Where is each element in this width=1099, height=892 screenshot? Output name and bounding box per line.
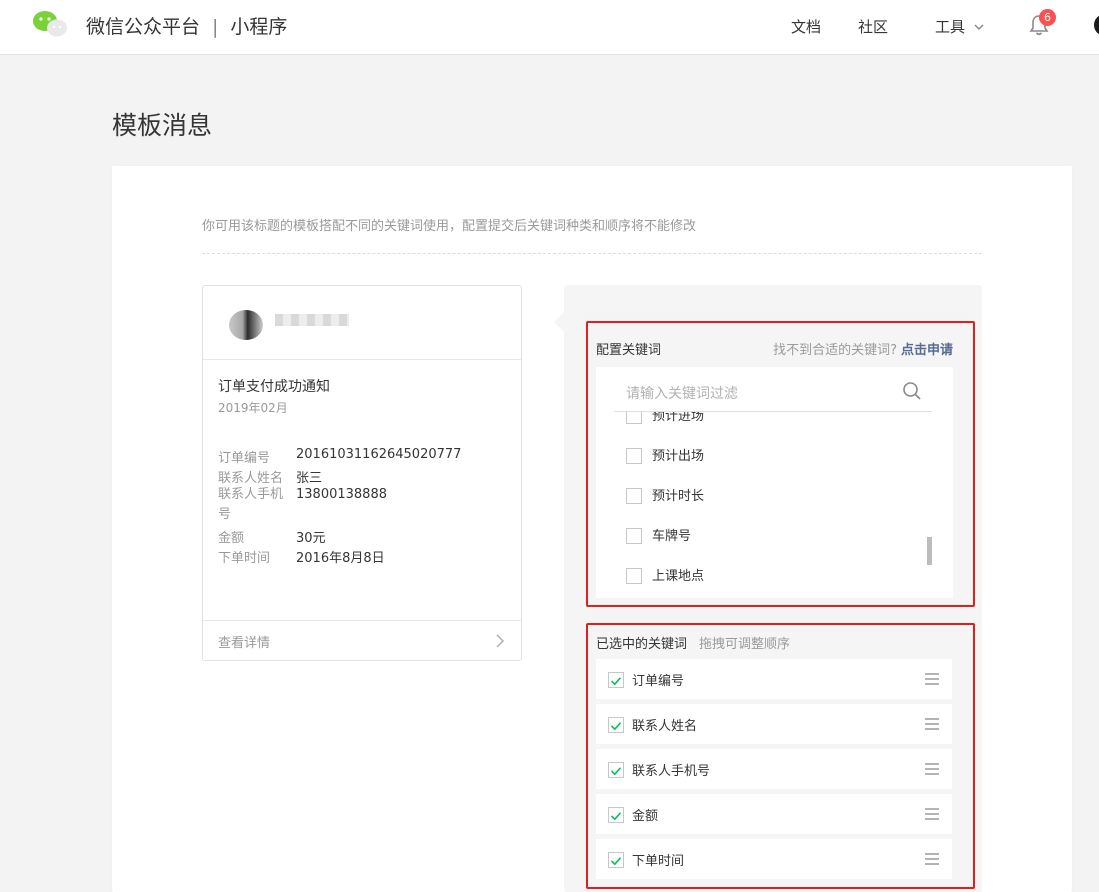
nav-docs-link[interactable]: 文档 xyxy=(791,16,821,37)
preview-row-order-time: 下单时间 2016年8月8日 xyxy=(218,547,385,566)
selected-keyword-checkbox[interactable] xyxy=(608,852,624,868)
drag-handle-icon[interactable] xyxy=(924,852,940,866)
wechat-logo-icon[interactable] xyxy=(32,9,68,39)
panel-pointer xyxy=(554,312,564,332)
notification-badge: 6 xyxy=(1039,9,1056,26)
keyword-option-label: 预计进场 xyxy=(652,412,705,424)
preview-row-value: 张三 xyxy=(296,471,323,486)
message-preview-card: 订单支付成功通知 2019年02月 订单编号 201610311626450207… xyxy=(202,285,522,661)
keyword-option[interactable]: 预计出场 xyxy=(626,445,704,465)
apply-keyword-link[interactable]: 点击申请 xyxy=(901,343,953,358)
selected-keyword-row[interactable]: 联系人手机号 xyxy=(596,749,952,789)
brand-name: 微信公众平台 xyxy=(86,16,201,38)
product-name: 小程序 xyxy=(230,16,288,38)
keyword-list-scrollbar[interactable] xyxy=(927,537,932,565)
selected-keyword-label: 下单时间 xyxy=(632,854,685,869)
preview-template-title: 订单支付成功通知 xyxy=(218,379,330,395)
drag-handle-icon[interactable] xyxy=(924,807,940,821)
preview-row-amount: 金额 30元 xyxy=(218,527,326,546)
keyword-option-label: 预计出场 xyxy=(652,449,705,464)
keyword-checkbox[interactable] xyxy=(626,567,642,584)
drag-reorder-hint: 拖拽可调整顺序 xyxy=(699,637,791,652)
drag-handle-icon[interactable] xyxy=(924,717,940,731)
dashed-divider xyxy=(202,253,982,254)
keyword-apply-prompt: 找不到合适的关键词? 点击申请 xyxy=(773,339,953,358)
keyword-option-label: 预计时长 xyxy=(652,489,705,504)
view-details-link[interactable]: 查看详情 xyxy=(203,620,521,661)
selected-keywords-title: 已选中的关键词 xyxy=(596,637,688,652)
check-icon xyxy=(610,812,622,821)
check-icon xyxy=(610,677,622,686)
selected-keyword-row[interactable]: 下单时间 xyxy=(596,839,952,879)
user-avatar[interactable] xyxy=(1094,14,1099,36)
selected-keyword-checkbox[interactable] xyxy=(608,762,624,778)
check-icon xyxy=(610,722,622,731)
preview-row-key: 金额 xyxy=(218,531,245,546)
chevron-down-icon xyxy=(974,24,984,30)
preview-row-order-number: 订单编号 20161031162645020777 xyxy=(218,447,461,466)
keyword-list-area: 请输入关键词过滤 预计进场 预计出场 预计时长 车牌号 上课地点 xyxy=(596,367,953,598)
keyword-option-label: 上课地点 xyxy=(652,569,705,584)
brand-separator: | xyxy=(212,16,219,38)
check-icon xyxy=(610,767,622,776)
selected-keyword-checkbox[interactable] xyxy=(608,717,624,733)
preview-row-key: 联系人姓名 xyxy=(218,471,284,486)
view-details-label: 查看详情 xyxy=(218,636,271,651)
nav-tools-dropdown[interactable]: 工具 xyxy=(935,16,984,37)
blurred-avatar xyxy=(229,310,263,340)
drag-handle-icon[interactable] xyxy=(924,762,940,776)
selected-keyword-label: 订单编号 xyxy=(632,674,685,689)
preview-header xyxy=(203,286,521,360)
keyword-option[interactable]: 预计时长 xyxy=(626,485,704,505)
configure-keywords-title: 配置关键词 xyxy=(596,343,662,358)
selected-keyword-checkbox[interactable] xyxy=(608,672,624,688)
preview-row-value: 30元 xyxy=(296,531,326,546)
selected-keyword-row[interactable]: 金额 xyxy=(596,794,952,834)
check-icon xyxy=(610,857,622,866)
preview-row-value: 2016年8月8日 xyxy=(296,551,385,566)
configure-keywords-section: 配置关键词 找不到合适的关键词? 点击申请 请输入关键词过滤 预计进场 预计出场 … xyxy=(586,321,975,607)
brand-title[interactable]: 微信公众平台 | 小程序 xyxy=(86,12,287,39)
keyword-checkbox[interactable] xyxy=(626,527,642,544)
keyword-scroll-list[interactable]: 预计进场 预计出场 预计时长 车牌号 上课地点 xyxy=(596,412,953,598)
chevron-right-icon xyxy=(496,634,505,648)
drag-handle-icon[interactable] xyxy=(924,672,940,686)
preview-date: 2019年02月 xyxy=(218,401,288,415)
keyword-filter-placeholder: 请输入关键词过滤 xyxy=(626,386,738,402)
top-navigation-bar: 微信公众平台 | 小程序 文档 社区 工具 6 xyxy=(0,0,1099,55)
keyword-filter-input[interactable]: 请输入关键词过滤 xyxy=(614,367,932,412)
keyword-option[interactable]: 车牌号 xyxy=(626,525,691,545)
keyword-checkbox[interactable] xyxy=(626,412,642,424)
page-title: 模板消息 xyxy=(112,111,213,140)
keyword-option-label: 车牌号 xyxy=(652,529,692,544)
blurred-account-name xyxy=(275,314,349,326)
nav-community-link[interactable]: 社区 xyxy=(858,16,888,37)
search-icon[interactable] xyxy=(902,381,922,401)
keyword-option[interactable]: 预计进场 xyxy=(626,412,704,425)
selected-keyword-checkbox[interactable] xyxy=(608,807,624,823)
keyword-checkbox[interactable] xyxy=(626,487,642,504)
preview-row-key: 下单时间 xyxy=(218,551,271,566)
missing-keyword-text: 找不到合适的关键词? xyxy=(773,343,897,358)
keyword-option[interactable]: 上课地点 xyxy=(626,565,704,585)
preview-row-key: 联系人手机号 xyxy=(218,487,284,522)
selected-keyword-row[interactable]: 订单编号 xyxy=(596,659,952,699)
selected-keyword-label: 联系人姓名 xyxy=(632,719,698,734)
selected-keyword-label: 联系人手机号 xyxy=(632,764,711,779)
preview-row-contact-name: 联系人姓名 张三 xyxy=(218,467,322,486)
page-hint: 你可用该标题的模板搭配不同的关键词使用，配置提交后关键词种类和顺序将不能修改 xyxy=(202,219,697,234)
main-card: 你可用该标题的模板搭配不同的关键词使用，配置提交后关键词种类和顺序将不能修改 订… xyxy=(112,166,1072,892)
preview-row-key: 订单编号 xyxy=(218,451,271,466)
preview-row-value: 20161031162645020777 xyxy=(296,447,462,462)
selected-keywords-section: 已选中的关键词 拖拽可调整顺序 订单编号 联系人姓名 联系人手机号 金额 下单时… xyxy=(586,623,975,889)
preview-row-value: 13800138888 xyxy=(296,487,387,502)
keyword-checkbox[interactable] xyxy=(626,447,642,464)
nav-tools-label: 工具 xyxy=(935,18,966,36)
selected-keywords-header: 已选中的关键词 拖拽可调整顺序 xyxy=(596,633,790,652)
selected-keyword-label: 金额 xyxy=(632,809,659,824)
keyword-config-panel: 配置关键词 找不到合适的关键词? 点击申请 请输入关键词过滤 预计进场 预计出场 … xyxy=(564,285,982,892)
selected-keyword-row[interactable]: 联系人姓名 xyxy=(596,704,952,744)
